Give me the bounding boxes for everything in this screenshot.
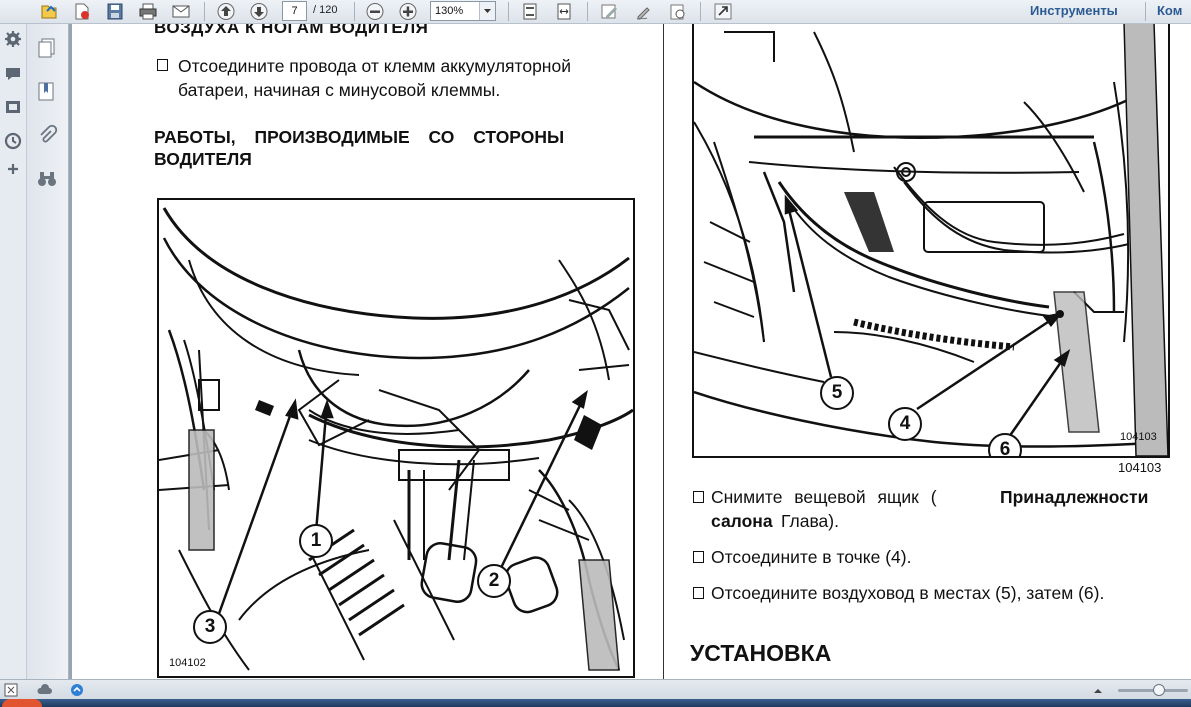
bullet-box <box>693 587 704 599</box>
paperclip-icon[interactable] <box>35 124 59 148</box>
navigation-panel <box>27 24 69 679</box>
next-page-icon[interactable] <box>248 2 268 21</box>
toolbar-separator <box>587 2 588 21</box>
figure-illustration <box>159 207 633 671</box>
document-area[interactable]: ВОЗДУХА К НОГАМ ВОДИТЕЛЯ Отсоедините про… <box>69 24 1191 679</box>
page-layout-icon[interactable] <box>4 683 18 697</box>
section-heading: РАБОТЫ, ПРОИЗВОДИМЫЕ СО СТОРОНЫ <box>154 127 565 147</box>
cloud-icon[interactable] <box>36 683 52 697</box>
toolbar-separator <box>508 2 509 21</box>
open-file-icon[interactable] <box>38 2 58 21</box>
callout-2: 2 <box>477 564 511 598</box>
toolbar-separator <box>354 2 355 21</box>
chevron-up-icon[interactable] <box>1092 684 1104 696</box>
zoom-in-icon[interactable] <box>397 2 417 21</box>
figure-illustration <box>694 24 1168 456</box>
zoom-slider-handle[interactable] <box>1153 684 1165 696</box>
left-tool-strip <box>0 24 27 679</box>
step-text: Глава). <box>781 511 839 531</box>
pdf-reader-window: 7 / 120 130% Инструменты Ком ВОЗДУХА К Н… <box>0 0 1191 707</box>
print-icon[interactable] <box>137 2 157 21</box>
pages-icon[interactable] <box>35 36 59 60</box>
email-icon[interactable] <box>170 2 190 21</box>
taskbar <box>0 699 1191 707</box>
section-heading-install: УСТАНОВКА <box>690 640 832 666</box>
expand-icon[interactable] <box>712 2 732 21</box>
toolbar: 7 / 120 130% Инструменты Ком <box>0 0 1191 24</box>
comment-button[interactable]: Ком <box>1157 3 1182 18</box>
previous-page-icon[interactable] <box>215 2 235 21</box>
step-text: Отсоедините в точке (4). <box>711 547 912 567</box>
toolbar-separator <box>700 2 701 21</box>
stamp-tool-icon[interactable] <box>667 2 687 21</box>
step-text-bold: Принадлежности <box>1000 487 1149 507</box>
chevron-down-icon[interactable] <box>479 2 495 20</box>
fit-width-icon[interactable] <box>553 2 573 21</box>
info-icon[interactable] <box>70 683 84 697</box>
figure-code: 104102 <box>169 657 206 669</box>
comment-tool-icon[interactable] <box>598 2 618 21</box>
figure-glovebox: 5 4 6 104103 <box>692 24 1170 458</box>
callout-4: 4 <box>888 407 922 441</box>
bookmarks-icon[interactable] <box>35 80 59 104</box>
pdf-page: ВОЗДУХА К НОГАМ ВОДИТЕЛЯ Отсоедините про… <box>72 24 1191 679</box>
plus-icon[interactable] <box>3 159 23 179</box>
toolbar-separator <box>204 2 205 21</box>
clock-icon[interactable] <box>3 131 23 151</box>
section-heading-cut: ВОЗДУХА К НОГАМ ВОДИТЕЛЯ <box>154 24 429 37</box>
share-icon[interactable] <box>3 97 23 117</box>
status-bar <box>0 679 1191 699</box>
save-icon[interactable] <box>104 2 124 21</box>
figure-code-inner: 104103 <box>1120 431 1157 443</box>
callout-1: 1 <box>299 524 333 558</box>
step-text: батареи, начиная с минусовой клеммы. <box>178 80 501 100</box>
page-number-input[interactable]: 7 <box>282 1 307 21</box>
start-button[interactable] <box>2 699 42 707</box>
bullet-box <box>693 551 704 563</box>
step-text: Отсоедините воздуховод в местах (5), зат… <box>711 583 1105 603</box>
fit-page-icon[interactable] <box>519 2 539 21</box>
search-binoculars-icon[interactable] <box>35 167 59 191</box>
bullet-box <box>157 59 168 71</box>
figure-driver-side: 1 2 3 104102 <box>157 198 635 678</box>
zoom-select[interactable]: 130% <box>430 1 496 21</box>
callout-5: 5 <box>820 376 854 410</box>
zoom-value: 130% <box>435 5 464 17</box>
zoom-out-icon[interactable] <box>364 2 384 21</box>
gear-icon[interactable] <box>3 29 23 49</box>
column-divider <box>663 24 664 679</box>
tools-button[interactable]: Инструменты <box>1030 3 1118 18</box>
figure-code-outer: 104103 <box>1118 460 1162 475</box>
section-heading: ВОДИТЕЛЯ <box>154 149 252 169</box>
callout-3: 3 <box>193 610 227 644</box>
page-total: / 120 <box>313 4 338 16</box>
step-text-bold: салона <box>711 511 773 531</box>
step-text: Отсоедините провода от клемм аккумулятор… <box>178 56 571 76</box>
sign-tool-icon[interactable] <box>633 2 653 21</box>
comment-icon[interactable] <box>3 64 23 84</box>
bullet-box <box>693 491 704 503</box>
toolbar-separator <box>1145 2 1146 21</box>
step-text: Снимите вещевой ящик ( <box>711 487 937 507</box>
create-pdf-icon[interactable] <box>71 2 91 21</box>
